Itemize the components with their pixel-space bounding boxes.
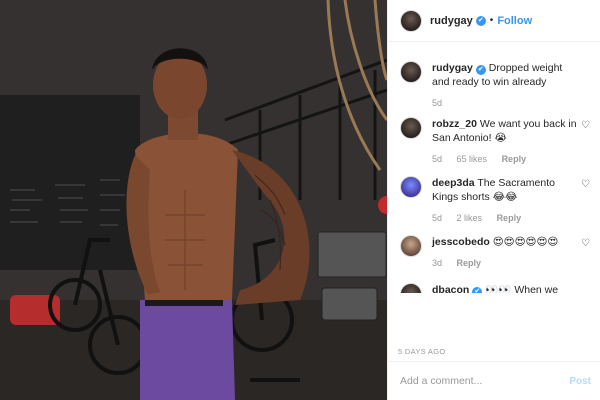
gym-photo-illustration [0,0,387,400]
comment-likes[interactable]: 2 likes [457,213,483,223]
heart-outline-icon[interactable]: ♡ [581,238,592,249]
comment-meta: 3d Reply [432,256,580,270]
comment-username[interactable]: deep3da [432,177,475,189]
verified-badge-icon: ✔ [475,65,486,75]
comment-username[interactable]: dbacon [432,284,469,293]
reply-button[interactable]: Reply [457,258,482,268]
comment-age: 3d [432,258,443,268]
post-photo[interactable] [0,0,387,400]
commenter-avatar[interactable] [400,235,422,257]
commenter-avatar[interactable] [400,176,422,198]
comments-list[interactable]: rudygay ✔ Dropped weight and ready to win… [388,43,600,293]
verified-badge-icon: ✔ [475,15,486,26]
comment-age: 5d [432,98,443,108]
comment-meta: 5d 65 likes Reply [432,152,580,166]
comment-input[interactable] [400,375,560,387]
commenter-avatar[interactable] [400,117,422,139]
post-timestamp: 5 DAYS AGO [398,347,446,356]
author-username[interactable]: rudygay [430,15,473,27]
reply-button[interactable]: Reply [497,213,522,223]
comment-meta: 5d 2 likes Reply [432,211,580,225]
post-header: rudygay ✔ • Follow [388,0,600,42]
comment-age: 5d [432,154,443,164]
comment-username[interactable]: jesscobedo [432,236,490,248]
verified-badge-icon: ✔ [472,287,483,293]
comment-username[interactable]: robzz_20 [432,118,477,130]
separator-dot: • [489,15,494,26]
follow-button[interactable]: Follow [497,15,532,27]
reply-button[interactable]: Reply [502,154,527,164]
comment-text: 👀👀 When we [485,284,559,293]
author-avatar[interactable] [400,61,422,83]
author-avatar[interactable] [400,9,422,32]
commenter-avatar[interactable] [400,283,422,293]
add-comment-bar: Post [388,361,600,400]
comment-username[interactable]: rudygay [432,62,473,74]
heart-outline-icon[interactable]: ♡ [581,120,592,131]
comment-meta: 5d [432,96,580,110]
post-comment-button[interactable]: Post [569,376,591,387]
comment-likes[interactable]: 65 likes [457,154,488,164]
comment-text: 😍😍😍😍😍😍 [492,236,559,248]
post-side-panel: rudygay ✔ • Follow rudygay ✔ Dropped weig… [387,0,600,400]
heart-outline-icon[interactable]: ♡ [581,179,592,190]
comment-age: 5d [432,213,443,223]
